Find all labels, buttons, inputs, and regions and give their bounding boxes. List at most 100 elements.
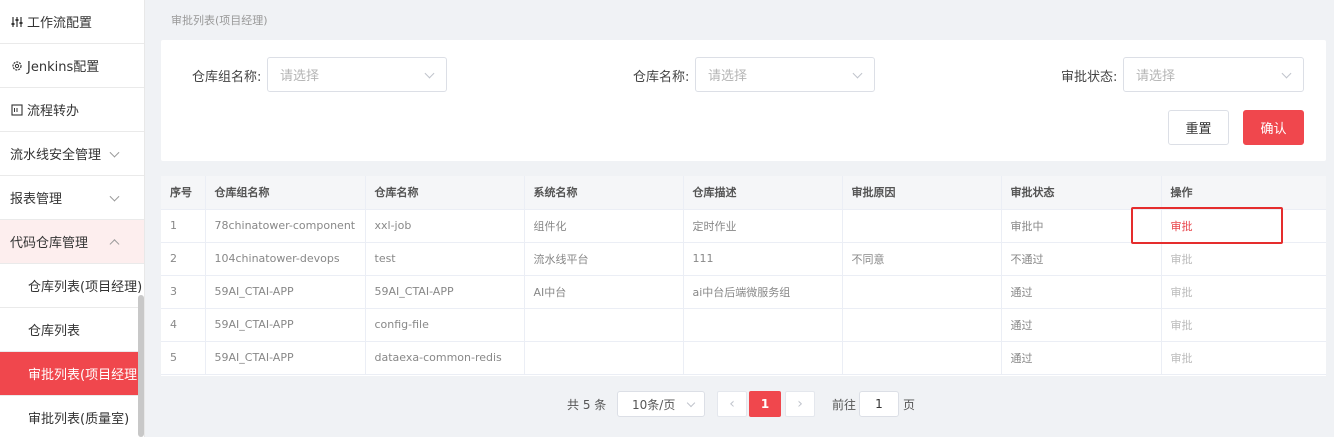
- approve-link-disabled: 审批: [1161, 242, 1326, 276]
- sidebar-item-label: 报表管理: [10, 192, 63, 207]
- chevron-down-icon: [1281, 68, 1292, 79]
- approval-status-label: 审批状态:: [1061, 70, 1118, 85]
- table-row: 4 59AI_CTAI-APP config-file 通过 审批: [161, 308, 1326, 342]
- sidebar-item-code-repo[interactable]: 代码仓库管理: [0, 220, 144, 264]
- goto-page-input[interactable]: 1: [859, 391, 899, 417]
- chevron-up-icon: [109, 238, 120, 249]
- sidebar-subitem-approval-list-qa[interactable]: 审批列表(质量室): [0, 396, 144, 437]
- cell-approval-status: 通过: [1001, 308, 1162, 342]
- sidebar-item-label: 仓库列表: [28, 324, 81, 339]
- sidebar-item-label: 审批列表(质量室): [28, 412, 130, 427]
- cell-approval-reason: 不同意: [842, 242, 1002, 276]
- list-icon: [10, 103, 24, 117]
- sidebar-item-label: 仓库列表(项目经理): [28, 280, 143, 295]
- approve-link-disabled: 审批: [1161, 341, 1326, 375]
- page-size-value: 10条/页: [632, 397, 676, 412]
- cell-index: 5: [161, 341, 206, 375]
- gear-icon: [10, 59, 24, 73]
- cell-repo-group: 78chinatower-component: [205, 209, 366, 243]
- col-header-approval-reason: 审批原因: [842, 176, 1002, 210]
- approval-status-select[interactable]: 请选择: [1123, 57, 1304, 92]
- col-header-index: 序号: [161, 176, 206, 210]
- sidebar-item-process-transfer[interactable]: 流程转办: [0, 88, 144, 132]
- cell-approval-reason: [842, 209, 1002, 243]
- cell-repo-group: 59AI_CTAI-APP: [205, 308, 366, 342]
- col-header-repo-desc: 仓库描述: [683, 176, 843, 210]
- cell-index: 3: [161, 275, 206, 309]
- table-row: 5 59AI_CTAI-APP dataexa-common-redis 通过 …: [161, 341, 1326, 375]
- prev-page-button[interactable]: ‹: [717, 391, 747, 417]
- col-header-approval-status: 审批状态: [1001, 176, 1162, 210]
- sidebar-subitem-repo-list-pm[interactable]: 仓库列表(项目经理): [0, 264, 144, 308]
- next-page-button[interactable]: ›: [785, 391, 815, 417]
- reset-button[interactable]: 重置: [1168, 110, 1229, 145]
- pagination-total: 共 5 条: [567, 397, 607, 412]
- table-row: 2 104chinatower-devops test 流水线平台 111 不同…: [161, 242, 1326, 276]
- cell-approval-status: 不通过: [1001, 242, 1162, 276]
- cell-approval-reason: [842, 275, 1002, 309]
- cell-index: 2: [161, 242, 206, 276]
- cell-repo-desc: ai中台后端微服务组: [683, 275, 843, 309]
- confirm-button[interactable]: 确认: [1243, 110, 1304, 145]
- sliders-icon: [10, 15, 24, 29]
- sidebar-item-jenkins-config[interactable]: Jenkins配置: [0, 44, 144, 88]
- sidebar-item-label: 审批列表(项目经理): [28, 368, 143, 383]
- sidebar-item-label: Jenkins配置: [27, 60, 100, 75]
- repo-name-label: 仓库名称:: [633, 70, 690, 85]
- cell-repo-group: 104chinatower-devops: [205, 242, 366, 276]
- cell-repo-desc: 111: [683, 242, 843, 276]
- cell-system-name: AI中台: [524, 275, 684, 309]
- chevron-down-icon: [852, 68, 863, 79]
- cell-approval-reason: [842, 341, 1002, 375]
- breadcrumb: 审批列表(项目经理): [171, 14, 268, 27]
- approval-status-placeholder: 请选择: [1136, 69, 1176, 84]
- sidebar-subitem-approval-list-pm[interactable]: 审批列表(项目经理): [0, 352, 144, 396]
- goto-label: 前往: [832, 397, 857, 412]
- approval-table-card: 序号 仓库组名称 仓库名称 系统名称 仓库描述 审批原因 审批状态 操作 1 7…: [161, 176, 1326, 376]
- sidebar-item-label: 流程转办: [27, 104, 80, 119]
- cell-repo-group: 59AI_CTAI-APP: [205, 341, 366, 375]
- repo-name-select[interactable]: 请选择: [695, 57, 875, 92]
- table-header-row: 序号 仓库组名称 仓库名称 系统名称 仓库描述 审批原因 审批状态 操作: [161, 176, 1326, 210]
- approve-link-disabled: 审批: [1161, 308, 1326, 342]
- approval-table: 序号 仓库组名称 仓库名称 系统名称 仓库描述 审批原因 审批状态 操作 1 7…: [161, 176, 1326, 375]
- table-row: 3 59AI_CTAI-APP 59AI_CTAI-APP AI中台 ai中台后…: [161, 275, 1326, 309]
- cell-repo-name: xxl-job: [365, 209, 525, 243]
- cell-repo-name: 59AI_CTAI-APP: [365, 275, 525, 309]
- sidebar-item-label: 工作流配置: [27, 16, 93, 31]
- cell-system-name: 流水线平台: [524, 242, 684, 276]
- sidebar-subitem-repo-list[interactable]: 仓库列表: [0, 308, 144, 352]
- col-header-actions: 操作: [1161, 176, 1326, 210]
- cell-approval-reason: [842, 308, 1002, 342]
- col-header-repo-group: 仓库组名称: [205, 176, 366, 210]
- repo-group-label: 仓库组名称:: [192, 70, 262, 85]
- cell-repo-name: test: [365, 242, 525, 276]
- sidebar-scrollbar[interactable]: [138, 295, 144, 437]
- chevron-down-icon: [686, 398, 696, 408]
- cell-approval-status: 审批中: [1001, 209, 1162, 243]
- approve-link[interactable]: 审批: [1161, 209, 1326, 243]
- approve-link-disabled: 审批: [1161, 275, 1326, 309]
- cell-system-name: 组件化: [524, 209, 684, 243]
- sidebar: 工作流配置 Jenkins配置 流程转办 流水线安全管理 报表管理 代码仓库管理…: [0, 0, 145, 437]
- cell-system-name: [524, 341, 684, 375]
- sidebar-item-reports[interactable]: 报表管理: [0, 176, 144, 220]
- filter-card: 仓库组名称: 请选择 仓库名称: 请选择 审批状态: 请选择 重置 确认: [161, 40, 1326, 161]
- sidebar-item-label: 流水线安全管理: [10, 148, 102, 163]
- table-row: 1 78chinatower-component xxl-job 组件化 定时作…: [161, 209, 1326, 243]
- cell-repo-desc: 定时作业: [683, 209, 843, 243]
- cell-repo-name: dataexa-common-redis: [365, 341, 525, 375]
- cell-repo-desc: [683, 341, 843, 375]
- repo-group-placeholder: 请选择: [280, 69, 320, 84]
- col-header-system-name: 系统名称: [524, 176, 684, 210]
- sidebar-item-workflow-config[interactable]: 工作流配置: [0, 0, 144, 44]
- sidebar-item-pipeline-security[interactable]: 流水线安全管理: [0, 132, 144, 176]
- goto-unit-label: 页: [903, 397, 916, 412]
- repo-group-select[interactable]: 请选择: [267, 57, 447, 92]
- cell-approval-status: 通过: [1001, 275, 1162, 309]
- cell-repo-name: config-file: [365, 308, 525, 342]
- col-header-repo-name: 仓库名称: [365, 176, 525, 210]
- repo-name-placeholder: 请选择: [708, 69, 748, 84]
- page-number-current[interactable]: 1: [749, 391, 781, 417]
- page-size-select[interactable]: 10条/页: [617, 391, 705, 417]
